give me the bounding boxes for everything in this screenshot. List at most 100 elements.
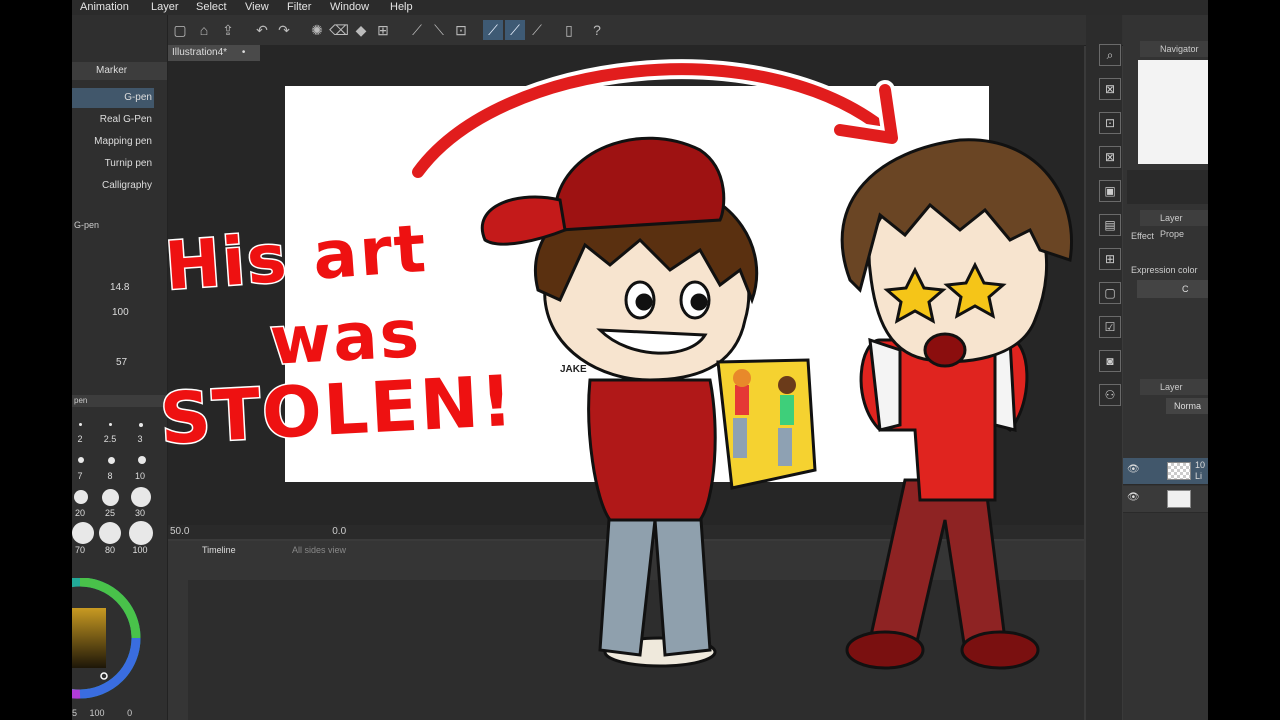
size-label: 80: [104, 545, 115, 555]
size-label: 2: [77, 434, 83, 444]
color-footer-a: 5: [72, 708, 78, 718]
snap-grid-icon[interactable]: ⟋: [527, 20, 547, 40]
brush-mapping-pen[interactable]: Mapping pen: [72, 132, 154, 152]
marker-panel-header: Marker: [72, 62, 167, 80]
open-file-icon[interactable]: ⌂: [194, 20, 214, 40]
fill-icon[interactable]: ◆: [351, 20, 371, 40]
undo-icon[interactable]: ↶: [252, 20, 272, 40]
size-dot[interactable]: [131, 487, 151, 507]
color-footer: 5 100 0: [72, 708, 167, 720]
blend-mode-select[interactable]: Norma: [1166, 398, 1208, 414]
grid-icon[interactable]: ⊡: [451, 20, 471, 40]
grid-box-icon[interactable]: ⊞: [1099, 248, 1121, 270]
help-icon[interactable]: ?: [587, 20, 607, 40]
redo-icon[interactable]: ↷: [274, 20, 294, 40]
timeline-tracks[interactable]: [188, 580, 1084, 720]
clear-icon[interactable]: ⌫: [329, 20, 349, 40]
check-box-icon[interactable]: ☑: [1099, 316, 1121, 338]
color-footer-b: 100: [89, 708, 105, 718]
size-label: 7: [77, 471, 83, 481]
snap-special-ruler-icon[interactable]: ⟋: [505, 20, 525, 40]
brush-real-g-pen[interactable]: Real G-Pen: [72, 110, 154, 130]
brush-g-pen[interactable]: G-pen: [72, 88, 154, 108]
marker-title: Marker: [96, 65, 128, 76]
navigator-controls[interactable]: [1127, 170, 1208, 204]
headline-line-1: His art: [161, 208, 431, 306]
opacity-value[interactable]: 100: [112, 307, 129, 318]
headline-line-2: was: [267, 294, 425, 382]
hardness-value[interactable]: 57: [116, 357, 127, 368]
size-dot[interactable]: [138, 456, 146, 464]
image-box-icon[interactable]: ▣: [1099, 180, 1121, 202]
ruler-icon[interactable]: ⟋: [407, 20, 427, 40]
canvas-status-bar: 50.0 0.0: [168, 525, 1084, 539]
menu-layer[interactable]: Layer: [151, 0, 179, 14]
expression-color-label: Expression color: [1131, 265, 1198, 275]
size-label: 100: [132, 545, 148, 555]
timeline-tab[interactable]: Timeline: [202, 543, 266, 557]
all-sides-view-tab[interactable]: All sides view: [292, 543, 412, 557]
size-dot[interactable]: [99, 522, 121, 544]
brush-turnip-pen[interactable]: Turnip pen: [72, 154, 154, 174]
layer-property-header: Layer Prope: [1140, 210, 1208, 239]
menu-select[interactable]: Select: [196, 0, 227, 14]
device-icon[interactable]: ▯: [559, 20, 579, 40]
loading-icon[interactable]: ✺: [307, 20, 327, 40]
size-dot[interactable]: [74, 490, 88, 504]
size-label: 10: [134, 471, 145, 481]
search-icon[interactable]: ⌕: [1099, 44, 1121, 66]
save-box-icon[interactable]: ⊡: [1099, 112, 1121, 134]
effect-label: Effect: [1131, 231, 1154, 241]
size-dot[interactable]: [139, 423, 143, 427]
size-dot[interactable]: [78, 457, 84, 463]
menu-view[interactable]: View: [245, 0, 269, 14]
size-label: 30: [134, 508, 145, 518]
size-label: 8: [107, 471, 113, 481]
navigator-header: Navigator: [1140, 41, 1208, 57]
clip-studio-window: Animation Layer Select View Filter Windo…: [72, 0, 1208, 720]
subtool-title: G-pen: [74, 220, 100, 230]
size-dot[interactable]: [129, 521, 153, 545]
color-wheel[interactable]: [72, 578, 167, 720]
eye-icon[interactable]: 👁: [1127, 492, 1140, 503]
close-tab-icon[interactable]: •: [242, 47, 246, 58]
layer-header: Layer: [1140, 379, 1208, 395]
size-dot[interactable]: [108, 457, 115, 464]
brush-calligraphy[interactable]: Calligraphy: [72, 176, 154, 196]
menu-help[interactable]: Help: [390, 0, 413, 14]
size-label: 2.5: [103, 434, 117, 444]
camera-box-icon[interactable]: ◙: [1099, 350, 1121, 372]
transform-icon[interactable]: ⊞: [373, 20, 393, 40]
expression-color-select[interactable]: C: [1137, 280, 1208, 298]
command-bar: ▢ ⌂ ⇪ ↶ ↷ ✺ ⌫ ◆ ⊞ ⟋ ⟍ ⊡ ⟋ ⟋ ⟋ ▯ ?: [167, 15, 1208, 46]
person-box-icon[interactable]: ⚇: [1099, 384, 1121, 406]
snap-icon[interactable]: ⟍: [429, 20, 449, 40]
snap-ruler-icon[interactable]: ⟋: [483, 20, 503, 40]
close-box-icon[interactable]: ⊠: [1099, 146, 1121, 168]
save-icon[interactable]: ⇪: [218, 20, 238, 40]
navigator-preview[interactable]: [1138, 60, 1208, 164]
menu-filter[interactable]: Filter: [287, 0, 311, 14]
frame-box-icon[interactable]: ▢: [1099, 282, 1121, 304]
layer-thumbnail: [1167, 462, 1191, 480]
size-dot[interactable]: [79, 423, 82, 426]
zoom-value[interactable]: 50.0: [168, 526, 189, 537]
brush-size-panel-header: pen: [72, 395, 167, 407]
layer-name: 10: [1195, 460, 1206, 470]
brush-size-value[interactable]: 14.8: [110, 282, 129, 293]
close-box-icon[interactable]: ⊠: [1099, 78, 1121, 100]
menu-bar: Animation Layer Select View Filter Windo…: [72, 0, 1208, 15]
size-dot[interactable]: [102, 489, 119, 506]
layer-row[interactable]: 👁 10 Li: [1123, 458, 1208, 485]
eye-icon[interactable]: 👁: [1127, 464, 1140, 475]
menu-animation[interactable]: Animation: [80, 0, 129, 14]
layer-row[interactable]: 👁: [1123, 486, 1208, 513]
size-dot[interactable]: [109, 423, 112, 426]
angle-value[interactable]: 0.0: [332, 526, 346, 537]
size-dot[interactable]: [72, 522, 94, 544]
document-tab[interactable]: Illustration4* •: [168, 45, 260, 61]
new-canvas-icon[interactable]: ▢: [170, 20, 190, 40]
layer-box-icon[interactable]: ▤: [1099, 214, 1121, 236]
menu-window[interactable]: Window: [330, 0, 369, 14]
layer-thumbnail: [1167, 490, 1191, 508]
